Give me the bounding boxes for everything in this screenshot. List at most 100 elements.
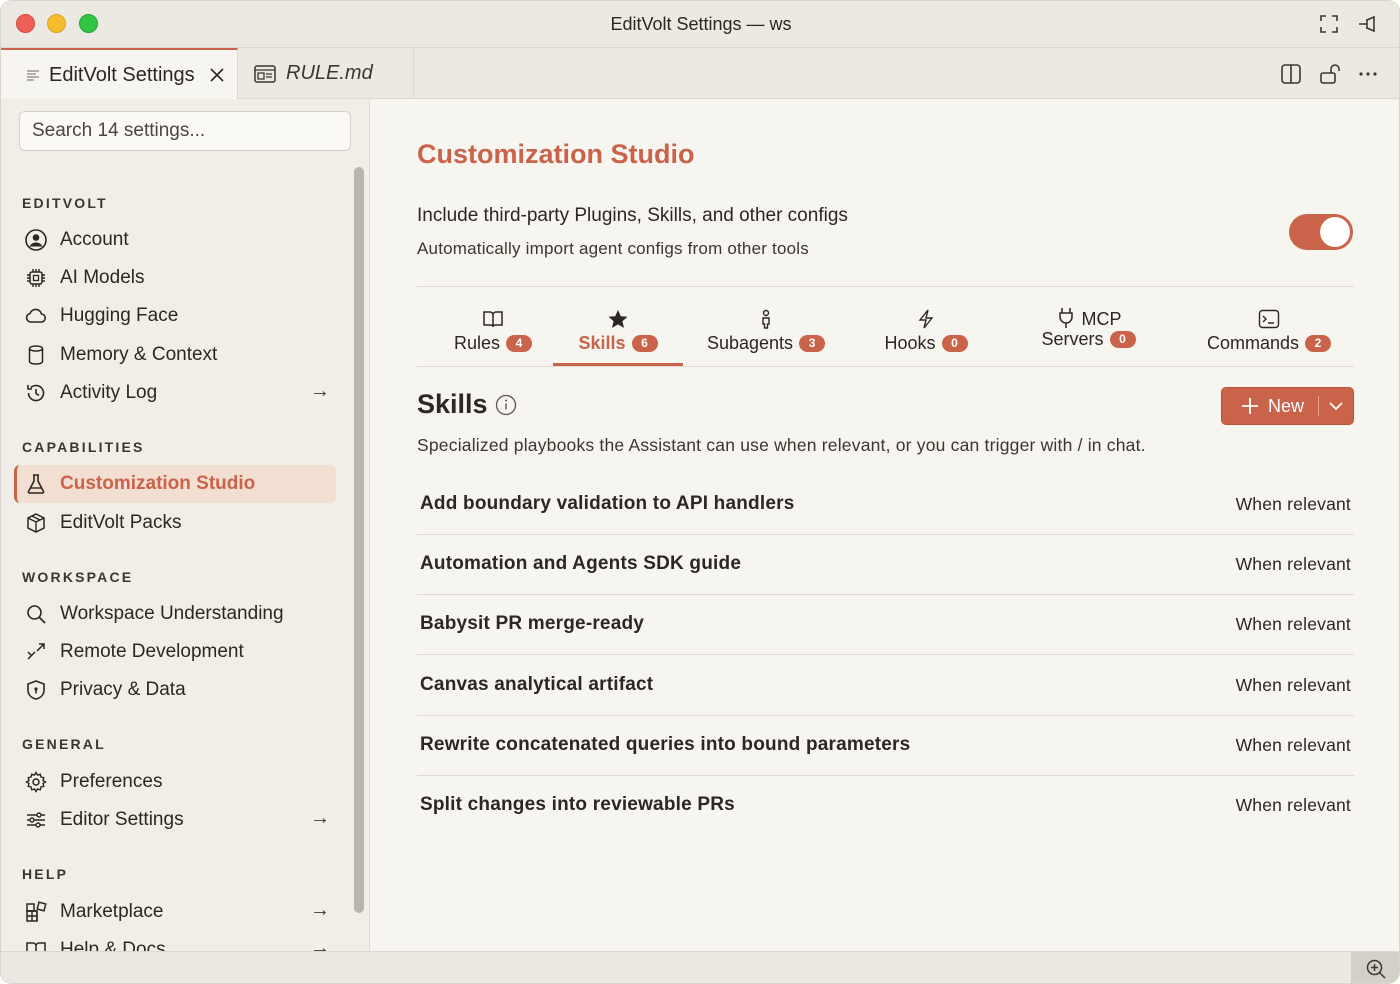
- list-icon: [27, 70, 39, 81]
- skill-row[interactable]: Add boundary validation to API handlers …: [417, 475, 1354, 535]
- skill-row[interactable]: Split changes into reviewable PRs When r…: [417, 776, 1354, 836]
- external-arrow-icon: →: [310, 807, 330, 829]
- fullscreen-icon[interactable]: [1317, 12, 1341, 36]
- option-title: Include third-party Plugins, Skills, and…: [417, 205, 848, 226]
- unlock-icon[interactable]: [1318, 62, 1342, 86]
- sidebar-item-label: Preferences: [60, 771, 163, 792]
- skill-mode[interactable]: When relevant: [1236, 735, 1351, 756]
- sidebar-item-label: Privacy & Data: [60, 679, 186, 700]
- sidebar-scrollbar[interactable]: [354, 167, 364, 913]
- count-badge: 4: [506, 335, 533, 352]
- sidebar-item-customization-studio[interactable]: Customization Studio: [14, 465, 336, 503]
- sidebar-item-label: Editor Settings: [60, 809, 184, 830]
- tab-subagents[interactable]: Subagents 3: [701, 307, 831, 354]
- settings-search-input[interactable]: Search 14 settings...: [19, 111, 351, 151]
- pin-icon[interactable]: [1356, 12, 1380, 36]
- sidebar-item-editvolt-packs[interactable]: EditVolt Packs: [14, 504, 336, 542]
- skill-mode[interactable]: When relevant: [1236, 795, 1351, 816]
- skill-name: Automation and Agents SDK guide: [420, 553, 742, 574]
- divider: [417, 366, 1354, 367]
- skills-heading: Skills: [417, 389, 488, 419]
- sidebar-item-ai-models[interactable]: AI Models: [14, 259, 336, 297]
- sidebar-item-remote-development[interactable]: Remote Development: [14, 633, 336, 671]
- flask-icon: [24, 472, 48, 496]
- account-icon: [24, 228, 48, 252]
- book-icon: [483, 311, 503, 328]
- sidebar-item-workspace-understanding[interactable]: Workspace Understanding: [14, 595, 336, 633]
- tab-rule-md[interactable]: RULE.md: [238, 48, 414, 99]
- tab-commands[interactable]: Commands 2: [1199, 307, 1339, 354]
- sliders-icon: [24, 808, 48, 832]
- sidebar-item-hugging-face[interactable]: Hugging Face: [14, 297, 336, 335]
- sidebar-item-help-docs[interactable]: Help & Docs →: [14, 931, 336, 951]
- skill-mode[interactable]: When relevant: [1236, 614, 1351, 635]
- person-icon: [762, 309, 770, 329]
- sidebar-item-label: Account: [60, 229, 129, 250]
- tab-editvolt-settings[interactable]: EditVolt Settings: [1, 48, 238, 100]
- cloud-icon: [24, 304, 48, 328]
- split-editor-icon[interactable]: [1279, 62, 1303, 86]
- skill-name: Canvas analytical artifact: [420, 674, 654, 695]
- chip-icon: [24, 266, 48, 290]
- sidebar-item-activity-log[interactable]: Activity Log →: [14, 374, 336, 412]
- close-tab-icon[interactable]: [209, 67, 225, 83]
- chevron-down-icon[interactable]: [1328, 398, 1344, 414]
- star-icon: [608, 310, 628, 328]
- button-split-divider: [1318, 396, 1319, 416]
- bolt-icon: [918, 309, 934, 329]
- skill-row[interactable]: Canvas analytical artifact When relevant: [417, 656, 1354, 716]
- sidebar-item-privacy-data[interactable]: Privacy & Data: [14, 671, 336, 709]
- skill-name: Add boundary validation to API handlers: [420, 493, 795, 514]
- sidebar-item-editor-settings[interactable]: Editor Settings →: [14, 801, 336, 839]
- title-bar: EditVolt Settings — ws: [1, 1, 1399, 48]
- tab-hooks[interactable]: Hooks 0: [871, 307, 981, 354]
- section-title-workspace: WORKSPACE: [22, 569, 134, 585]
- history-icon: [24, 381, 48, 405]
- skill-name: Babysit PR merge-ready: [420, 613, 645, 634]
- tab-label: Subagents: [706, 333, 794, 353]
- window-title: EditVolt Settings — ws: [610, 14, 792, 34]
- count-badge: 2: [1305, 335, 1332, 352]
- sidebar-item-label: Hugging Face: [60, 305, 179, 326]
- tab-mcp-servers[interactable]: MCP Servers 0: [1031, 307, 1146, 349]
- skill-mode[interactable]: When relevant: [1236, 675, 1351, 696]
- editor-tab-bar: EditVolt Settings RULE.md: [1, 48, 1399, 100]
- skill-row[interactable]: Babysit PR merge-ready When relevant: [417, 595, 1354, 655]
- sidebar-item-label: Remote Development: [60, 641, 244, 662]
- book-icon: [24, 938, 48, 951]
- sidebar-item-memory-context[interactable]: Memory & Context: [14, 336, 336, 374]
- zoom-in-icon: [1366, 959, 1386, 979]
- more-icon[interactable]: [1356, 62, 1380, 86]
- new-skill-button[interactable]: New: [1221, 387, 1354, 425]
- tab-rules[interactable]: Rules 4: [433, 307, 553, 354]
- skill-name: Split changes into reviewable PRs: [420, 794, 735, 815]
- tab-skills[interactable]: Skills 6: [553, 307, 683, 354]
- sidebar-item-preferences[interactable]: Preferences: [14, 763, 336, 801]
- third-party-configs-toggle[interactable]: [1289, 214, 1353, 250]
- shield-icon: [24, 678, 48, 702]
- settings-sidebar: Search 14 settings... EDITVOLT Account A…: [1, 99, 370, 951]
- terminal-icon: [1258, 309, 1280, 329]
- plus-icon: [1242, 398, 1258, 414]
- gear-icon: [24, 770, 48, 794]
- section-title-general: GENERAL: [22, 736, 106, 752]
- count-badge: 0: [1109, 331, 1136, 348]
- info-icon[interactable]: [495, 394, 517, 416]
- skill-row[interactable]: Automation and Agents SDK guide When rel…: [417, 535, 1354, 595]
- skill-name: Rewrite concatenated queries into bound …: [420, 734, 911, 755]
- skill-mode[interactable]: When relevant: [1236, 494, 1351, 515]
- external-arrow-icon: →: [310, 899, 330, 921]
- preview-icon: [254, 64, 276, 83]
- skill-mode[interactable]: When relevant: [1236, 554, 1351, 575]
- count-badge: 3: [799, 335, 826, 352]
- sidebar-item-label: Memory & Context: [60, 344, 218, 365]
- zoom-button[interactable]: [1351, 952, 1399, 983]
- sidebar-item-marketplace[interactable]: Marketplace →: [14, 893, 336, 931]
- extensions-icon: [24, 900, 48, 924]
- external-arrow-icon: →: [310, 380, 330, 402]
- settings-window: EditVolt Settings — ws EditVolt Settings…: [0, 0, 1400, 984]
- tab-label-line2: Servers: [1041, 329, 1104, 349]
- skill-row[interactable]: Rewrite concatenated queries into bound …: [417, 716, 1354, 776]
- new-button-label: New: [1268, 395, 1305, 416]
- sidebar-item-account[interactable]: Account: [14, 221, 336, 259]
